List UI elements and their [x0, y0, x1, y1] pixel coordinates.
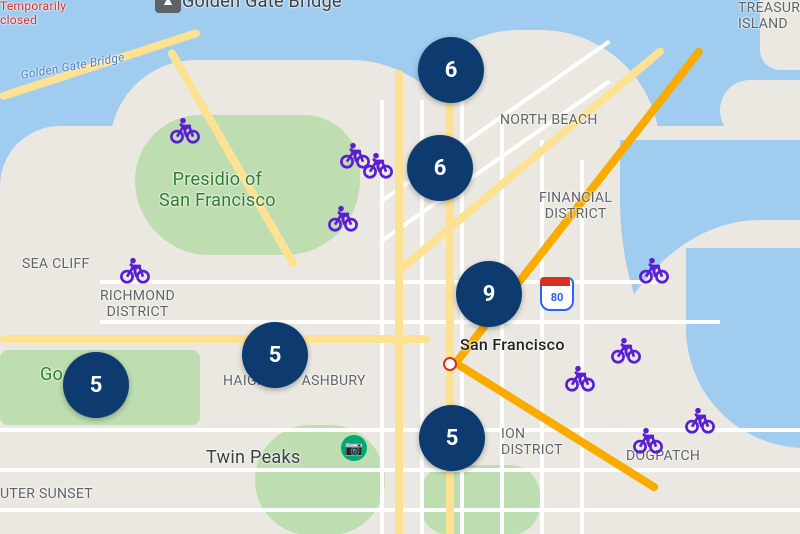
land-yerba — [720, 80, 800, 140]
bike-marker[interactable] — [638, 254, 670, 286]
bike-icon — [610, 334, 642, 366]
bike-marker[interactable] — [169, 114, 201, 146]
cluster-count: 9 — [483, 282, 496, 307]
bike-marker[interactable] — [362, 149, 394, 181]
map-canvas[interactable]: ▲ Golden Gate Bridge Temporarily closed … — [0, 0, 800, 534]
road-grid — [540, 140, 544, 534]
road-grid — [100, 320, 720, 324]
bike-icon — [638, 254, 670, 286]
bike-marker[interactable] — [684, 404, 716, 436]
bridge-label: Golden Gate Bridge — [182, 0, 342, 13]
bike-icon — [169, 114, 201, 146]
cluster-bubble[interactable]: 6 — [407, 135, 473, 201]
park-mission — [420, 465, 540, 534]
cluster-count: 5 — [90, 373, 103, 398]
land-treasure — [760, 0, 800, 70]
cluster-bubble[interactable]: 5 — [242, 322, 308, 388]
gg-water-label: Golden Gate Bridge — [20, 51, 126, 83]
bike-icon — [119, 254, 151, 286]
bike-marker[interactable] — [119, 254, 151, 286]
road-grid — [100, 280, 660, 284]
bike-icon — [362, 149, 394, 181]
twin-peaks-poi: 📷 — [341, 435, 367, 461]
hwy-80-number: 80 — [551, 291, 564, 304]
road-fulton — [0, 335, 430, 343]
hwy-80-shield: 80 — [540, 277, 570, 307]
bike-marker[interactable] — [564, 362, 596, 394]
closed-label: Temporarily closed — [0, 0, 66, 28]
cluster-count: 5 — [269, 343, 282, 368]
road-grid — [580, 160, 584, 534]
bike-icon — [684, 404, 716, 436]
city-dot — [443, 357, 457, 371]
cluster-bubble[interactable]: 5 — [63, 352, 129, 418]
cluster-count: 5 — [446, 426, 459, 451]
bike-icon — [327, 202, 359, 234]
bridge-icon: ▲ — [155, 0, 181, 13]
bike-icon — [632, 424, 664, 456]
bike-marker[interactable] — [327, 202, 359, 234]
bike-marker[interactable] — [632, 424, 664, 456]
cluster-bubble[interactable]: 6 — [418, 37, 484, 103]
cluster-count: 6 — [445, 58, 458, 83]
cluster-bubble[interactable]: 9 — [456, 261, 522, 327]
road-vanness — [395, 70, 403, 534]
bike-icon — [564, 362, 596, 394]
cluster-bubble[interactable]: 5 — [419, 405, 485, 471]
bike-marker[interactable] — [610, 334, 642, 366]
cluster-count: 6 — [434, 156, 447, 181]
